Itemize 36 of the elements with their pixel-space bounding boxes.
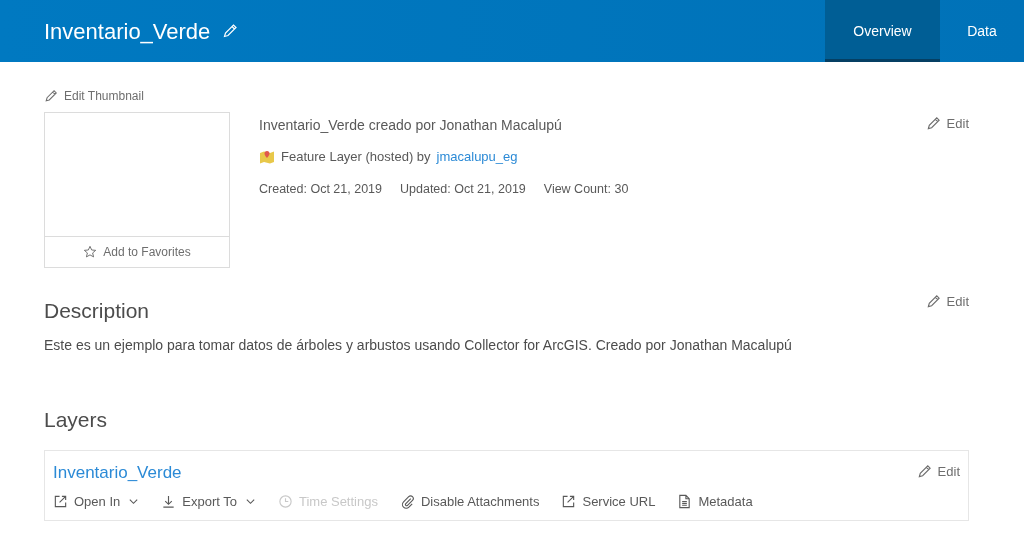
add-to-favorites-button[interactable]: Add to Favorites xyxy=(45,236,229,267)
owner-link[interactable]: jmacalupu_eg xyxy=(436,147,518,167)
pencil-icon xyxy=(222,23,239,39)
item-type: Feature Layer (hosted) by xyxy=(281,148,431,166)
download-icon xyxy=(161,493,177,509)
document-icon xyxy=(677,493,693,509)
description-text: Este es un ejemplo para tomar datos de árboles y arbustos usando Collector for ArcGIS. Creado por Jonathan Macalupú xyxy=(44,335,793,355)
section-heading: Layers xyxy=(44,406,109,433)
action-button[interactable]: Open In xyxy=(53,491,140,511)
edit-button[interactable]: Edit xyxy=(916,462,960,482)
edit-button[interactable]: Edit xyxy=(925,292,969,312)
external-link-icon xyxy=(561,493,577,509)
clock-icon xyxy=(277,493,293,509)
summary-text: Inventario_Verde creado por Jonathan Macalupú xyxy=(259,116,563,135)
action-button[interactable]: Metadata xyxy=(677,491,753,511)
paperclip-icon xyxy=(399,493,415,509)
action-button[interactable]: Export To xyxy=(161,491,256,511)
section-heading: Description xyxy=(44,298,150,324)
view-count: View Count: 30 xyxy=(543,180,629,198)
created-date: Created: Oct 21, 2019 xyxy=(259,180,382,198)
tab[interactable]: Data xyxy=(940,0,1024,62)
action-button[interactable]: Disable Attachments xyxy=(399,491,540,511)
star-icon xyxy=(83,245,98,259)
edit-thumbnail-button[interactable]: Edit Thumbnail xyxy=(44,88,230,104)
page-title: Inventario_Verde xyxy=(44,17,211,46)
pencil-icon xyxy=(44,89,58,103)
external-link-icon xyxy=(53,493,68,509)
action-button[interactable]: Service URL xyxy=(561,491,656,511)
tab[interactable]: Overview xyxy=(825,0,940,62)
updated-date: Updated: Oct 21, 2019 xyxy=(400,180,526,198)
edit-button[interactable]: Edit xyxy=(925,114,969,134)
map-pin-icon xyxy=(259,148,275,165)
pencil-icon xyxy=(916,464,932,480)
layer-link[interactable]: Inventario_Verde xyxy=(53,460,182,486)
pencil-icon xyxy=(925,294,941,310)
pencil-icon xyxy=(925,116,941,132)
